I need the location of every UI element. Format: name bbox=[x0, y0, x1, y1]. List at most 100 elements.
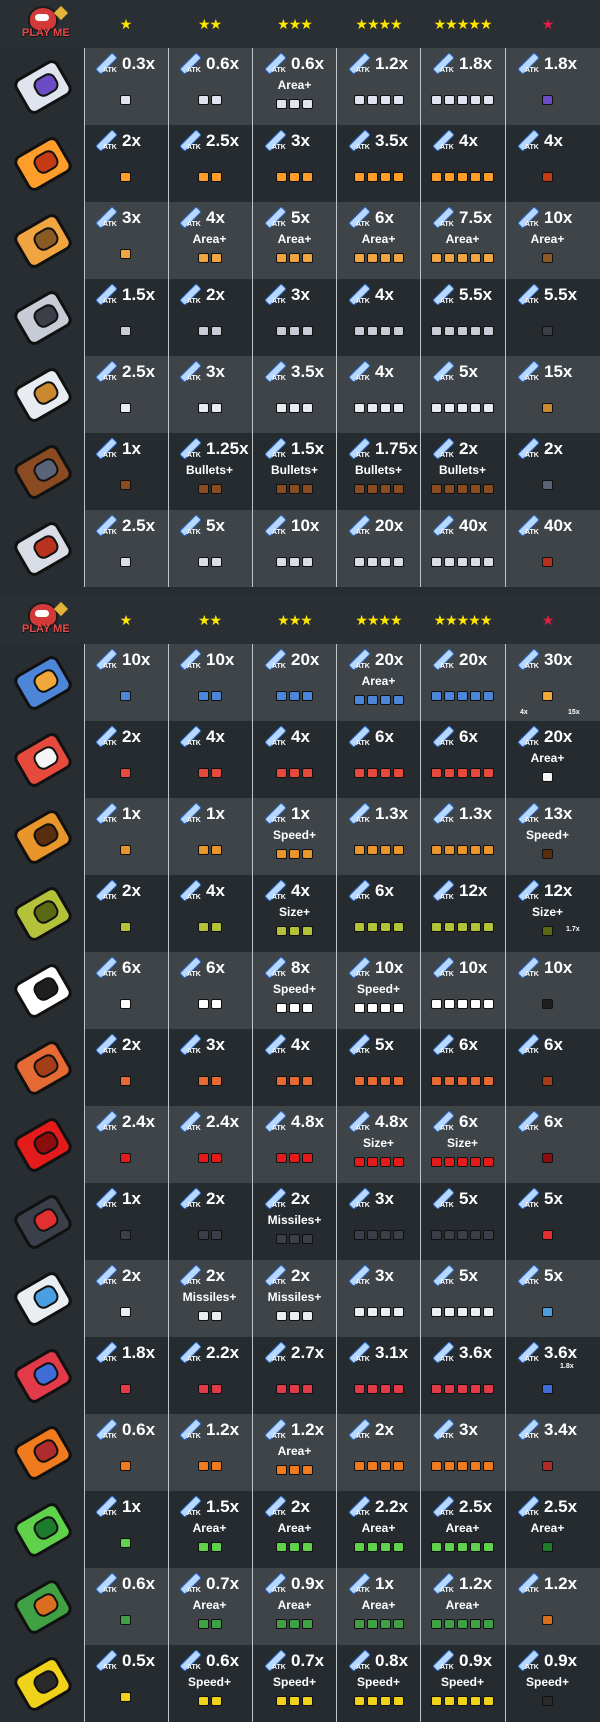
atk-label: ATK bbox=[356, 1048, 370, 1055]
upgrade-bonus: Bullets+ bbox=[438, 463, 486, 477]
attack-multiplier: 1x bbox=[122, 804, 141, 823]
tier-cell: ATK 3x bbox=[84, 202, 167, 279]
atk-sword-icon: ATK bbox=[94, 1572, 120, 1598]
drone-evo-label-b: 15x bbox=[568, 709, 580, 716]
atk-sword-icon: ATK bbox=[178, 437, 204, 463]
projectile-icon bbox=[337, 1229, 420, 1244]
projectile-icon bbox=[506, 998, 589, 1013]
atk-sword-icon: ATK bbox=[94, 1341, 120, 1367]
atk-label: ATK bbox=[103, 144, 117, 151]
upgrade-bonus: Missiles+ bbox=[267, 1290, 322, 1304]
atk-sword-icon: ATK bbox=[431, 360, 457, 386]
atk-label: ATK bbox=[103, 298, 117, 305]
atk-label: ATK bbox=[440, 817, 454, 824]
attack-multiplier: 10x bbox=[122, 650, 151, 669]
attack-multiplier: 3x bbox=[291, 131, 310, 150]
tier-cell: ATK 1x bbox=[84, 433, 167, 510]
attack-multiplier: 0.6x bbox=[206, 1651, 240, 1670]
projectile-icon bbox=[168, 1695, 251, 1710]
atk-label: ATK bbox=[525, 1279, 539, 1286]
projectile-icon bbox=[84, 248, 167, 263]
projectile-icon bbox=[84, 171, 167, 186]
drone-evo-label-a: 4x bbox=[520, 709, 528, 716]
attack-multiplier: 0.9x bbox=[459, 1651, 493, 1670]
atk-label: ATK bbox=[187, 529, 201, 536]
attack-multiplier: 2x bbox=[122, 131, 141, 150]
soccer-ball-icon bbox=[10, 957, 76, 1023]
atk-sword-icon: ATK bbox=[516, 129, 542, 155]
atk-label: ATK bbox=[525, 67, 539, 74]
atk-label: ATK bbox=[356, 144, 370, 151]
tier-cell: ATK 6x Area+ bbox=[337, 202, 420, 279]
projectile-icon bbox=[253, 1464, 336, 1479]
upgrade-bonus: Bullets+ bbox=[354, 463, 402, 477]
projectile-icon bbox=[337, 252, 420, 267]
upgrade-bonus: Area+ bbox=[277, 78, 312, 92]
attack-multiplier: 7.5x bbox=[459, 208, 493, 227]
upgrade-bonus: Area+ bbox=[361, 232, 396, 246]
attack-multiplier: 20x bbox=[291, 650, 320, 669]
atk-sword-icon: ATK bbox=[347, 1495, 373, 1521]
tier-cell: ATK 15x bbox=[506, 356, 589, 433]
tier-cell: ATK 0.3x bbox=[84, 48, 167, 125]
atk-label: ATK bbox=[272, 740, 286, 747]
tier-cell: ATK 1.2x Area+ bbox=[421, 1568, 504, 1645]
projectile-icon bbox=[337, 1618, 420, 1633]
attack-multiplier: 2x bbox=[291, 1497, 310, 1516]
atk-label: ATK bbox=[525, 740, 539, 747]
projectile-icon bbox=[253, 402, 336, 417]
atk-label: ATK bbox=[440, 221, 454, 228]
atk-label: ATK bbox=[272, 1202, 286, 1209]
atk-label: ATK bbox=[440, 1048, 454, 1055]
attack-multiplier: 6x bbox=[375, 208, 394, 227]
atk-label: ATK bbox=[187, 971, 201, 978]
upgrade-bonus: Bullets+ bbox=[270, 463, 318, 477]
attack-multiplier: 15x bbox=[544, 362, 573, 381]
atk-label: ATK bbox=[187, 1048, 201, 1055]
attack-multiplier: 1.2x bbox=[459, 1574, 493, 1593]
tier-cell: ATK 0.9x Area+ bbox=[253, 1568, 336, 1645]
atk-sword-icon: ATK bbox=[94, 879, 120, 905]
tier-cell: ATK 2.5x Area+ bbox=[506, 1491, 589, 1568]
star-rank-5: ★★★★★ bbox=[433, 17, 493, 33]
projectile-icon bbox=[337, 1002, 420, 1017]
attack-multiplier: 0.9x bbox=[291, 1574, 325, 1593]
atk-label: ATK bbox=[440, 144, 454, 151]
atk-sword-icon: ATK bbox=[263, 283, 289, 309]
column-divider bbox=[505, 48, 506, 587]
atk-label: ATK bbox=[187, 894, 201, 901]
attack-multiplier: 3x bbox=[122, 208, 141, 227]
attack-multiplier: 1x bbox=[206, 804, 225, 823]
atk-label: ATK bbox=[103, 1202, 117, 1209]
projectile-icon bbox=[168, 767, 251, 782]
upgrade-bonus: Speed+ bbox=[356, 982, 401, 996]
projectile-icon bbox=[506, 1383, 589, 1398]
projectile-icon bbox=[421, 1156, 504, 1171]
tier-cell: ATK 20x bbox=[421, 644, 504, 721]
projectile-icon bbox=[421, 1460, 504, 1475]
atk-label: ATK bbox=[356, 529, 370, 536]
atk-sword-icon: ATK bbox=[347, 1264, 373, 1290]
upgrade-bonus: Area+ bbox=[277, 232, 312, 246]
tier-cell: ATK 40x bbox=[421, 510, 504, 587]
atk-sword-icon: ATK bbox=[516, 802, 542, 828]
atk-sword-icon: ATK bbox=[516, 1341, 542, 1367]
tier-cell: ATK 7.5x Area+ bbox=[421, 202, 504, 279]
atk-label: ATK bbox=[103, 971, 117, 978]
atk-label: ATK bbox=[356, 298, 370, 305]
column-divider bbox=[168, 644, 169, 1722]
star-rank-2: ★★ bbox=[197, 17, 222, 33]
revolver-icon bbox=[10, 515, 76, 581]
atk-label: ATK bbox=[356, 894, 370, 901]
projectile-icon bbox=[84, 556, 167, 571]
atk-label: ATK bbox=[272, 1048, 286, 1055]
attack-multiplier: 20x bbox=[544, 727, 573, 746]
atk-label: ATK bbox=[103, 67, 117, 74]
projectile-icon bbox=[84, 690, 167, 705]
attack-multiplier: 2.2x bbox=[206, 1343, 240, 1362]
atk-sword-icon: ATK bbox=[263, 802, 289, 828]
projectile-icon bbox=[84, 1691, 167, 1706]
attack-multiplier: 1.5x bbox=[206, 1497, 240, 1516]
tier-cell: ATK 0.9x Speed+ bbox=[421, 1645, 504, 1722]
atk-label: ATK bbox=[103, 1433, 117, 1440]
